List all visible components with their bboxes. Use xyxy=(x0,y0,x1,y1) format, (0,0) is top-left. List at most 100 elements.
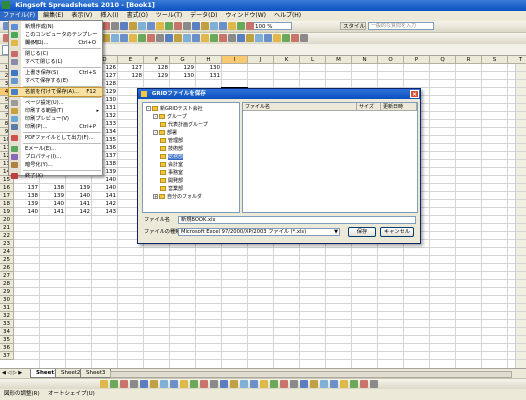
row-header-21[interactable]: 21 xyxy=(0,224,14,232)
file-menu-item[interactable]: 上書き保存(S) Ctrl+S xyxy=(9,69,102,77)
column-header-t[interactable]: T xyxy=(508,56,526,64)
toolbar-button[interactable] xyxy=(138,22,146,30)
tree-node[interactable]: - 部署 xyxy=(153,130,177,137)
row-header-28[interactable]: 28 xyxy=(0,280,14,288)
file-menu-item[interactable]: 開く(O)... Ctrl+O xyxy=(9,39,102,47)
tree-node[interactable]: 開発部 xyxy=(160,178,183,185)
cell-a17[interactable]: 138 xyxy=(14,192,40,200)
column-header-q[interactable]: Q xyxy=(430,56,456,64)
file-menu-item[interactable]: ページ設定(U)... xyxy=(9,99,102,107)
column-header-r[interactable]: R xyxy=(456,56,482,64)
file-menu-item[interactable]: 新規作成(N) xyxy=(9,23,102,31)
col-size[interactable]: サイズ xyxy=(357,103,381,111)
tree-node[interactable]: 事務室 xyxy=(160,170,183,177)
menu-data[interactable]: データ(D) xyxy=(187,11,220,21)
column-header-h[interactable]: H xyxy=(196,56,222,64)
column-header-g[interactable]: G xyxy=(170,56,196,64)
format-button[interactable] xyxy=(183,34,191,42)
cell-c18[interactable]: 141 xyxy=(66,200,92,208)
format-button[interactable] xyxy=(210,34,218,42)
row-header-27[interactable]: 27 xyxy=(0,272,14,280)
cell-a18[interactable]: 139 xyxy=(14,200,40,208)
draw-button[interactable] xyxy=(280,380,288,388)
format-button[interactable] xyxy=(264,34,272,42)
row-header-23[interactable]: 23 xyxy=(0,240,14,248)
save-button[interactable]: 保存 xyxy=(348,227,376,237)
format-button[interactable] xyxy=(120,34,128,42)
cell-h1[interactable]: 130 xyxy=(196,64,222,72)
toolbar-button[interactable] xyxy=(120,22,128,30)
draw-button[interactable] xyxy=(260,380,268,388)
draw-button[interactable] xyxy=(310,380,318,388)
toolbar-button[interactable] xyxy=(192,22,200,30)
file-menu-item[interactable]: PDFファイルとして出力(F)... xyxy=(9,134,102,142)
draw-button[interactable] xyxy=(170,380,178,388)
format-button[interactable] xyxy=(174,34,182,42)
draw-button[interactable] xyxy=(300,380,308,388)
file-menu-item[interactable]: 印刷(P)... Ctrl+P xyxy=(9,123,102,131)
format-button[interactable] xyxy=(300,34,308,42)
toolbar-button[interactable] xyxy=(219,22,227,30)
row-header-29[interactable]: 29 xyxy=(0,288,14,296)
format-button[interactable] xyxy=(273,34,281,42)
file-menu-item[interactable]: すべて保存する(E) xyxy=(9,77,102,85)
menu-tools[interactable]: ツール(T) xyxy=(153,11,185,21)
cell-c16[interactable]: 139 xyxy=(66,184,92,192)
toolbar-button[interactable] xyxy=(156,22,164,30)
cell-c19[interactable]: 142 xyxy=(66,208,92,216)
row-header-36[interactable]: 36 xyxy=(0,344,14,352)
draw-button[interactable] xyxy=(130,380,138,388)
format-button[interactable] xyxy=(129,34,137,42)
draw-adjust-label[interactable]: 図形の調整(R) xyxy=(4,389,40,400)
close-icon[interactable]: × xyxy=(410,90,419,98)
column-header-l[interactable]: L xyxy=(300,56,326,64)
cell-e1[interactable]: 127 xyxy=(118,64,144,72)
tree-node[interactable]: + 自分のフォルダ xyxy=(153,194,202,201)
autoshape-label[interactable]: オートシェイプ(U) xyxy=(48,389,95,400)
cell-b19[interactable]: 141 xyxy=(40,208,66,216)
toolbar-button[interactable] xyxy=(210,22,218,30)
tree-node[interactable]: 代表計画グループ xyxy=(160,122,208,129)
column-header-j[interactable]: J xyxy=(248,56,274,64)
row-header-32[interactable]: 32 xyxy=(0,312,14,320)
tab-sheet3[interactable]: Sheet3 xyxy=(80,369,112,378)
column-header-f[interactable]: F xyxy=(144,56,170,64)
expand-toggle-icon[interactable]: - xyxy=(146,106,151,111)
format-button[interactable] xyxy=(228,34,236,42)
format-button[interactable] xyxy=(219,34,227,42)
filename-field[interactable]: 新規BOOK.xls xyxy=(178,216,416,224)
toolbar-button[interactable] xyxy=(174,22,182,30)
row-header-31[interactable]: 31 xyxy=(0,304,14,312)
tree-node[interactable]: 営業部 xyxy=(160,186,183,193)
format-button[interactable] xyxy=(291,34,299,42)
format-button[interactable] xyxy=(237,34,245,42)
style-button[interactable]: スタイル xyxy=(340,22,366,30)
file-menu-item[interactable]: 閉じる(C) xyxy=(9,50,102,58)
file-menu-item[interactable]: このコンピュータのテンプレート(M)... xyxy=(9,31,102,46)
row-header-34[interactable]: 34 xyxy=(0,328,14,336)
format-button[interactable] xyxy=(192,34,200,42)
cell-a19[interactable]: 140 xyxy=(14,208,40,216)
draw-button[interactable] xyxy=(180,380,188,388)
expand-toggle-icon[interactable]: + xyxy=(153,194,158,199)
column-header-p[interactable]: P xyxy=(404,56,430,64)
format-button[interactable] xyxy=(201,34,209,42)
format-button[interactable] xyxy=(102,34,110,42)
column-header-e[interactable]: E xyxy=(118,56,144,64)
menu-help[interactable]: ヘルプ(H) xyxy=(271,11,304,21)
cell-f2[interactable]: 129 xyxy=(144,72,170,80)
tree-node[interactable]: 技術部 xyxy=(160,146,183,153)
row-header-16[interactable]: 16 xyxy=(0,184,14,192)
cell-d18[interactable]: 142 xyxy=(92,200,118,208)
cell-e2[interactable]: 128 xyxy=(118,72,144,80)
draw-button[interactable] xyxy=(230,380,238,388)
cell-g2[interactable]: 130 xyxy=(170,72,196,80)
row-header-22[interactable]: 22 xyxy=(0,232,14,240)
draw-button[interactable] xyxy=(360,380,368,388)
cell-a16[interactable]: 137 xyxy=(14,184,40,192)
file-menu-item[interactable]: すべて閉じる(L) xyxy=(9,58,102,66)
column-header-o[interactable]: O xyxy=(378,56,404,64)
toolbar-button[interactable] xyxy=(129,22,137,30)
cell-h2[interactable]: 131 xyxy=(196,72,222,80)
draw-button[interactable] xyxy=(210,380,218,388)
